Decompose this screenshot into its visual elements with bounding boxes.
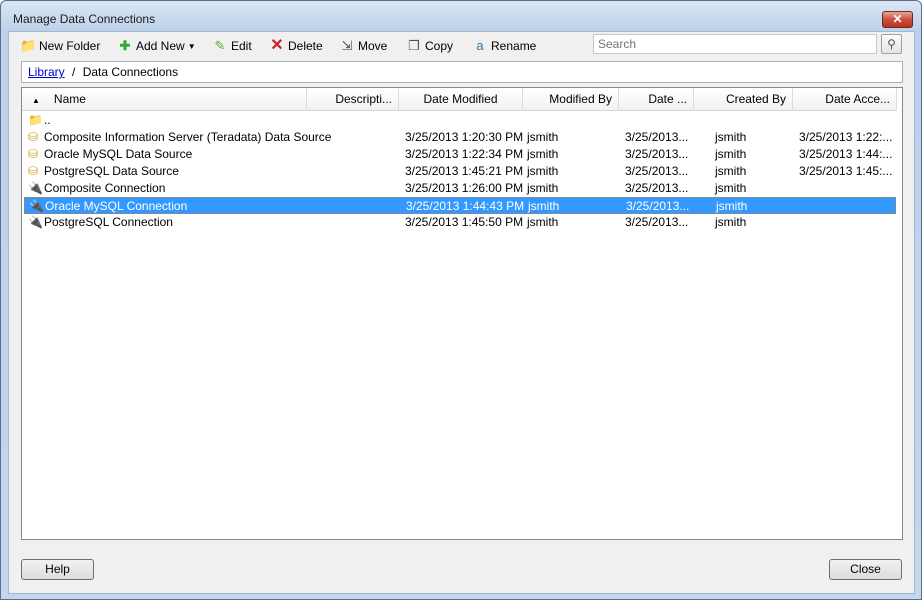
row-date-modified: 3/25/2013 1:45:21 PM <box>405 164 524 178</box>
row-modified-by: jsmith <box>527 164 559 178</box>
plug-icon: 🔌 <box>28 215 43 229</box>
add-icon: ✚ <box>119 38 131 53</box>
breadcrumb: Library / Data Connections <box>21 61 903 83</box>
edit-button[interactable]: ✎ Edit <box>212 36 252 56</box>
help-button[interactable]: Help <box>21 559 94 580</box>
row-date-modified: 3/25/2013 1:20:30 PM <box>405 130 524 144</box>
list-row[interactable]: ⛁ PostgreSQL Data Source 3/25/2013 1:45:21… <box>24 163 896 180</box>
row-modified-by: jsmith <box>528 199 560 213</box>
breadcrumb-library-link[interactable]: Library <box>28 65 65 79</box>
search-input[interactable] <box>593 34 877 54</box>
list-row[interactable]: 🔌 Oracle MySQL Connection 3/25/2013 1:44:4… <box>24 197 896 214</box>
row-date-modified: 3/25/2013 1:22:34 PM <box>405 147 524 161</box>
dialog-client: 📁 New Folder ✚ Add New ▼ ✎ Edit ✕ Delete ⇲ Mov… <box>8 31 915 594</box>
close-button[interactable]: Close <box>829 559 902 580</box>
list-row[interactable]: ⛁ Composite Information Server (Teradata)… <box>24 129 896 146</box>
database-icon: ⛁ <box>28 164 39 178</box>
row-name: Oracle MySQL Connection <box>45 199 188 213</box>
column-header-date-accessed[interactable]: Date Acce... <box>793 88 897 111</box>
row-created-by: jsmith <box>715 181 747 195</box>
row-date-modified: 3/25/2013 1:45:50 PM <box>405 215 524 229</box>
delete-icon: ✕ <box>270 37 284 54</box>
row-modified-by: jsmith <box>527 147 559 161</box>
list-row[interactable]: ⛁ Oracle MySQL Data Source 3/25/2013 1:22:… <box>24 146 896 163</box>
row-modified-by: jsmith <box>527 130 559 144</box>
row-created-by: jsmith <box>715 164 747 178</box>
breadcrumb-current: Data Connections <box>82 65 179 79</box>
row-date: 3/25/2013... <box>625 181 689 195</box>
row-created-by: jsmith <box>715 215 747 229</box>
close-icon[interactable]: ✕ <box>882 11 913 28</box>
column-header-date-created[interactable]: Date ... <box>619 88 694 111</box>
row-name: Composite Connection <box>44 181 166 195</box>
row-name: .. <box>44 113 51 127</box>
move-button[interactable]: ⇲ Move <box>339 36 388 56</box>
rename-icon: a <box>476 38 484 53</box>
row-modified-by: jsmith <box>527 215 559 229</box>
column-header-name[interactable]: ▲ Name <box>22 88 307 111</box>
pencil-icon: ✎ <box>214 38 226 53</box>
dialog-window: Manage Data Connections ✕ 📁 New Folder ✚ A… <box>0 0 922 600</box>
plug-icon: 🔌 <box>28 181 43 195</box>
row-created-by: jsmith <box>716 199 748 213</box>
row-date: 3/25/2013... <box>626 199 690 213</box>
row-date: 3/25/2013... <box>625 164 689 178</box>
folder-icon: 📁 <box>28 113 43 127</box>
row-date: 3/25/2013... <box>625 130 689 144</box>
copy-icon: ❐ <box>408 38 420 53</box>
database-icon: ⛁ <box>28 130 39 144</box>
list-row[interactable]: 📁.. <box>24 112 896 129</box>
sort-ascending-icon: ▲ <box>32 96 40 105</box>
row-date: 3/25/2013... <box>625 147 689 161</box>
new-folder-button[interactable]: 📁 New Folder <box>20 36 100 56</box>
file-list: ▲ Name Descripti... Date Modified Modifie… <box>21 87 903 540</box>
row-date-modified: 3/25/2013 1:44:43 PM <box>406 199 525 213</box>
row-date-accessed: 3/25/2013 1:22:... <box>799 130 893 144</box>
row-name: PostgreSQL Connection <box>44 215 173 229</box>
list-row[interactable]: 🔌 Composite Connection 3/25/2013 1:26:00 P… <box>24 180 896 197</box>
row-name: PostgreSQL Data Source <box>44 164 179 178</box>
row-date-accessed: 3/25/2013 1:45:... <box>799 164 893 178</box>
row-created-by: jsmith <box>715 130 747 144</box>
database-icon: ⛁ <box>28 147 39 161</box>
chevron-down-icon: ▼ <box>187 41 196 51</box>
row-date: 3/25/2013... <box>625 215 689 229</box>
row-date-modified: 3/25/2013 1:26:00 PM <box>405 181 524 195</box>
window-title: Manage Data Connections <box>13 12 156 26</box>
list-header: ▲ Name Descripti... Date Modified Modifie… <box>22 88 897 111</box>
list-row[interactable]: 🔌 PostgreSQL Connection 3/25/2013 1:45:50 … <box>24 214 896 231</box>
add-new-button[interactable]: ✚ Add New ▼ <box>117 36 196 56</box>
row-modified-by: jsmith <box>527 181 559 195</box>
row-date-accessed: 3/25/2013 1:44:... <box>799 147 893 161</box>
row-name: Oracle MySQL Data Source <box>44 147 193 161</box>
column-header-modified-by[interactable]: Modified By <box>523 88 619 111</box>
new-folder-icon: 📁 <box>20 38 37 53</box>
search-icon: ⚲ <box>887 37 896 51</box>
column-header-created-by[interactable]: Created By <box>694 88 793 111</box>
plug-icon: 🔌 <box>29 199 44 213</box>
copy-button[interactable]: ❐ Copy <box>406 36 453 56</box>
search-button[interactable]: ⚲ <box>881 34 902 54</box>
column-header-date-modified[interactable]: Date Modified <box>399 88 523 111</box>
rename-button[interactable]: a Rename <box>472 36 536 56</box>
delete-button[interactable]: ✕ Delete <box>269 36 322 56</box>
column-header-description[interactable]: Descripti... <box>307 88 399 111</box>
move-icon: ⇲ <box>341 38 353 53</box>
row-name: Composite Information Server (Teradata) … <box>44 130 332 144</box>
row-created-by: jsmith <box>715 147 747 161</box>
